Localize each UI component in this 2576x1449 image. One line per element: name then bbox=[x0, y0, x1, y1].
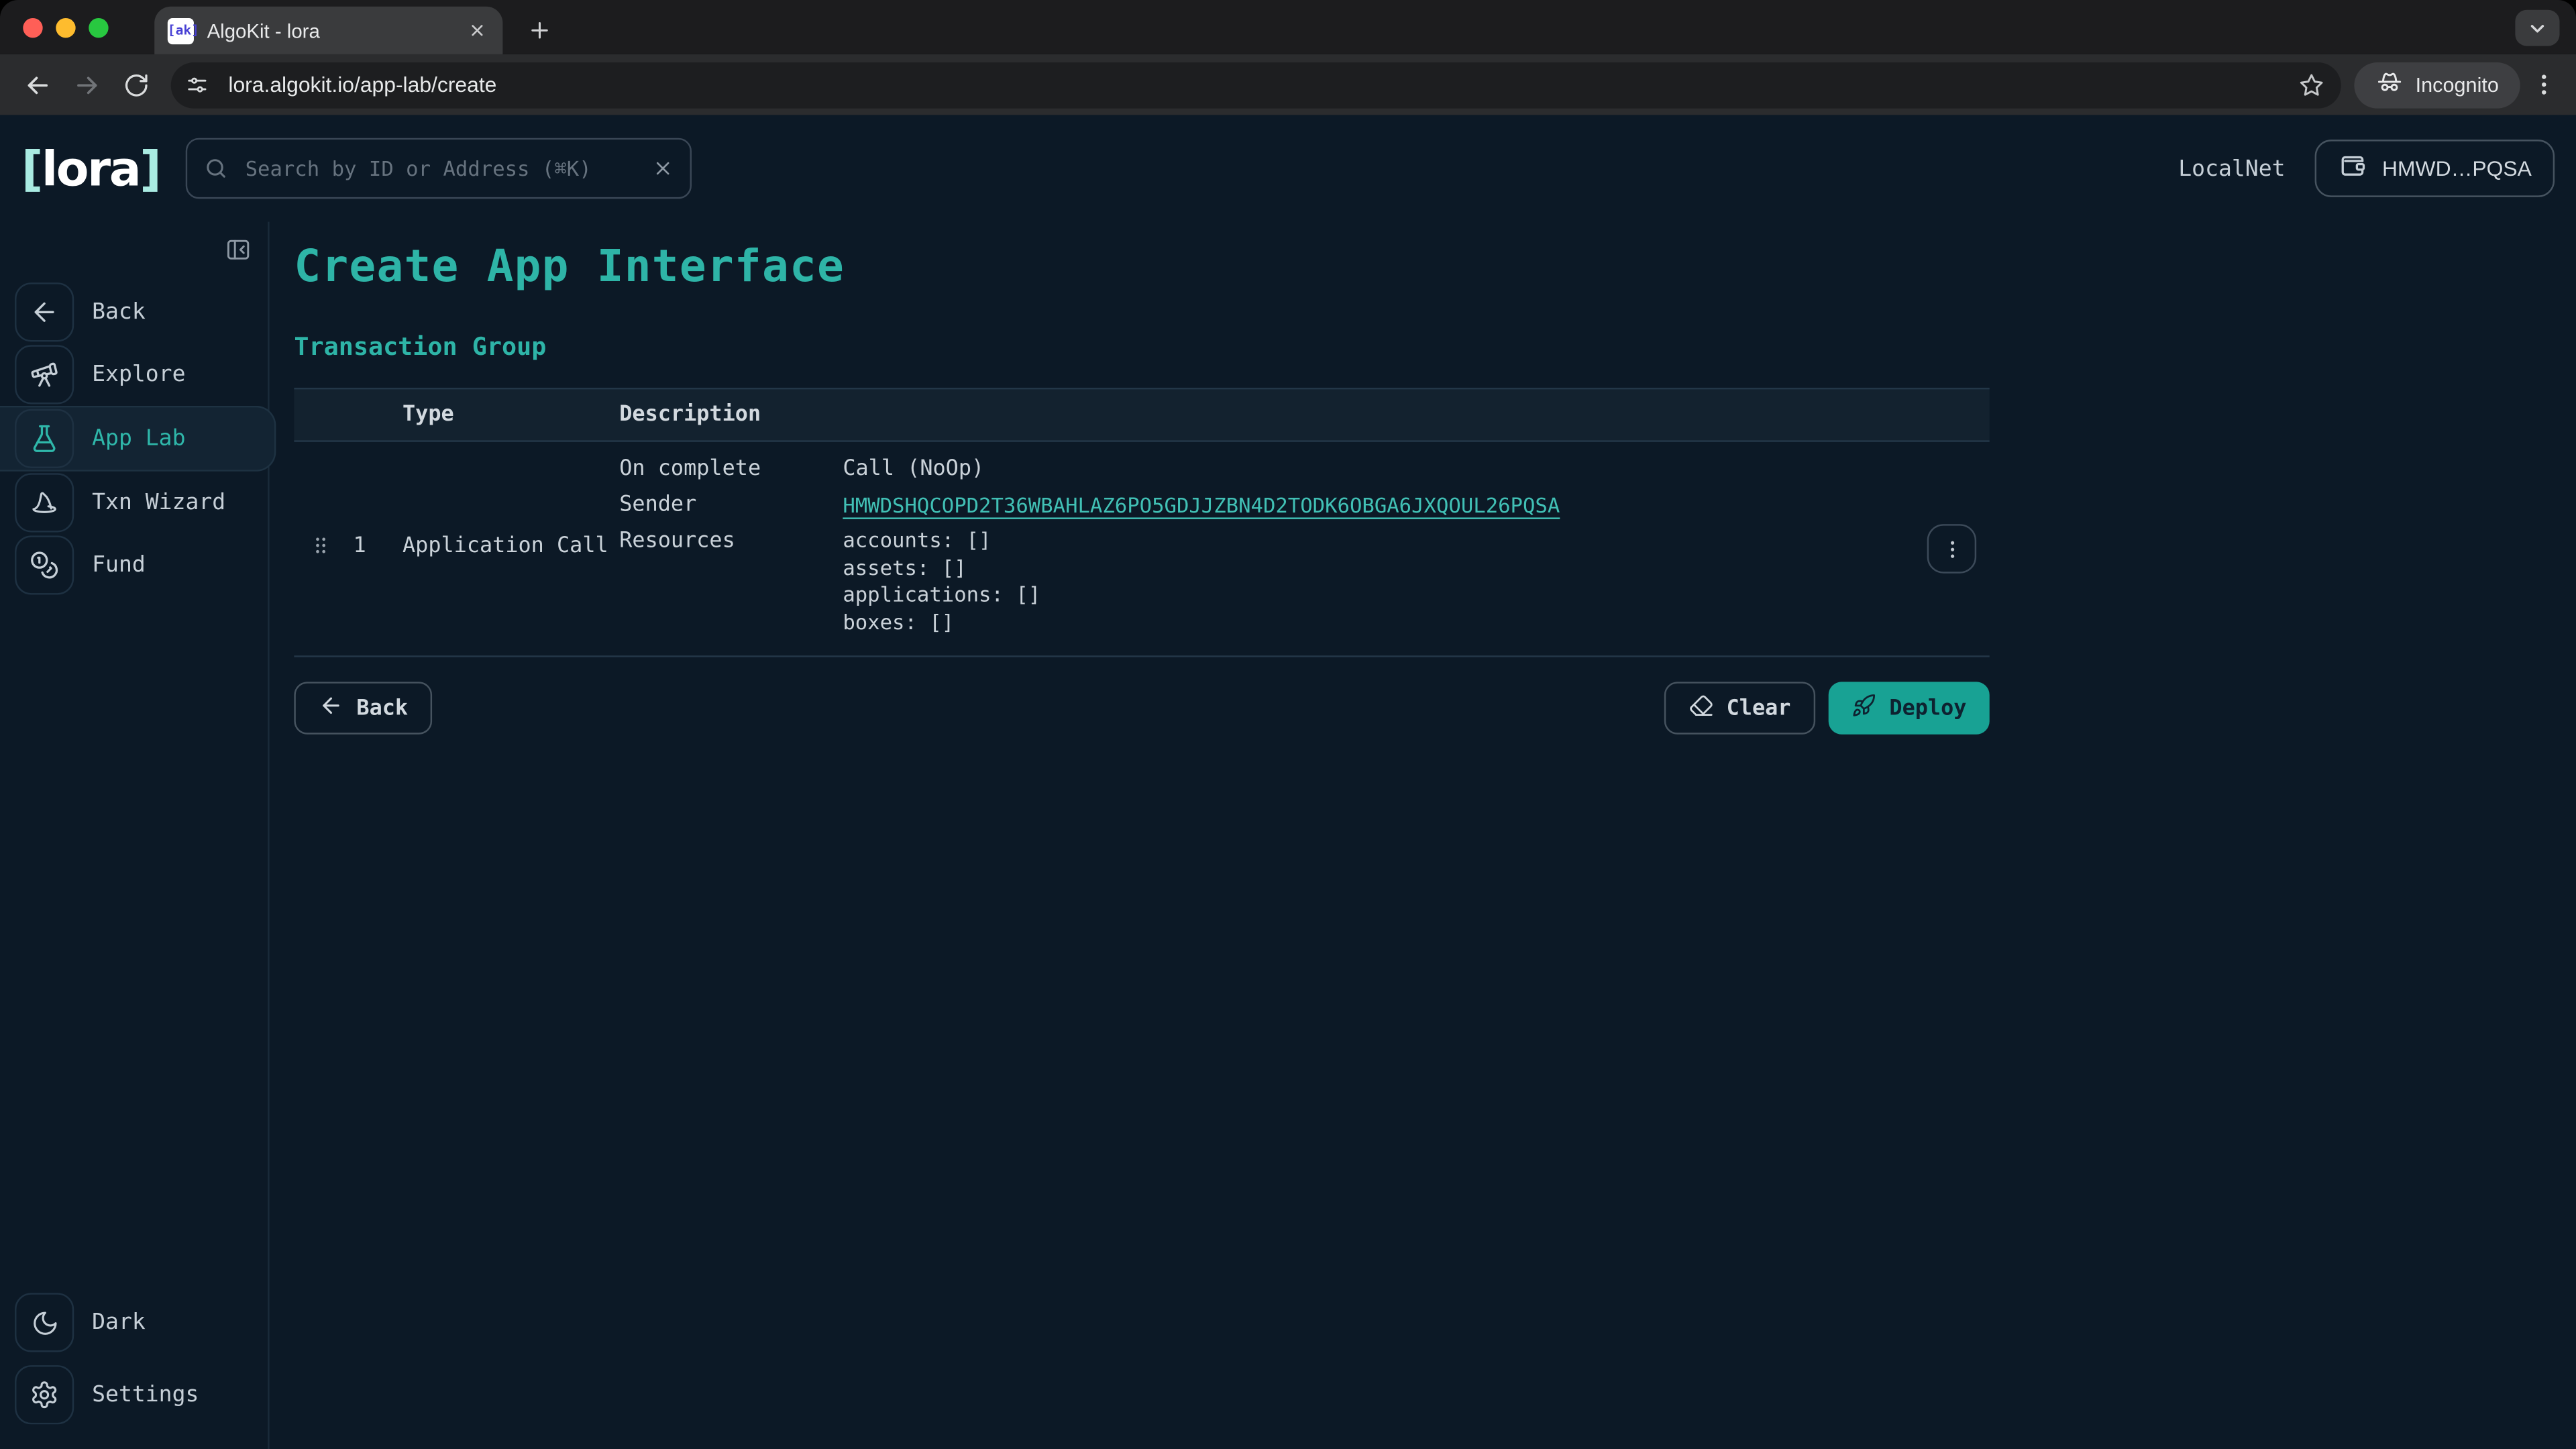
flask-icon bbox=[15, 409, 74, 468]
resources-assets: assets: [] bbox=[843, 555, 1989, 582]
clear-button[interactable]: Clear bbox=[1664, 682, 1816, 734]
app-header: [lora] LocalNet HMWD…PQSA bbox=[0, 115, 2576, 221]
forward-nav-icon[interactable] bbox=[66, 63, 109, 106]
sidebar-item-explore[interactable]: Explore bbox=[0, 343, 274, 406]
rocket-icon bbox=[1851, 692, 1876, 724]
browser-toolbar: lora.algokit.io/app-lab/create Incognito bbox=[0, 54, 2576, 115]
back-button-label: Back bbox=[356, 696, 408, 720]
transaction-group-table: Type Description 1 Application Call bbox=[294, 388, 1989, 657]
sidebar-item-fund[interactable]: Fund bbox=[0, 534, 274, 596]
logo-bracket-left: [ bbox=[21, 140, 42, 196]
wallet-button[interactable]: HMWD…PQSA bbox=[2315, 140, 2555, 197]
back-button[interactable]: Back bbox=[294, 682, 432, 734]
zoom-window-button[interactable] bbox=[89, 17, 108, 37]
resources-label: Resources bbox=[619, 527, 843, 636]
resources-accounts: accounts: [] bbox=[843, 527, 1989, 554]
address-bar[interactable]: lora.algokit.io/app-lab/create bbox=[171, 62, 2342, 108]
sidebar-item-label: Explore bbox=[92, 362, 185, 388]
gear-icon bbox=[15, 1365, 74, 1424]
table-row: 1 Application Call On complete Call (NoO… bbox=[294, 442, 1989, 657]
window-controls bbox=[0, 0, 131, 54]
telescope-icon bbox=[15, 345, 74, 404]
url-text: lora.algokit.io/app-lab/create bbox=[228, 72, 2286, 97]
sidebar-item-label: Dark bbox=[92, 1309, 146, 1336]
tab-title: AlgoKit - lora bbox=[207, 19, 450, 42]
arrow-left-icon bbox=[319, 692, 343, 724]
resources-applications: applications: [] bbox=[843, 582, 1989, 608]
row-index: 1 bbox=[354, 533, 366, 558]
moon-icon bbox=[15, 1293, 74, 1352]
resources-boxes: boxes: [] bbox=[843, 608, 1989, 635]
eraser-icon bbox=[1688, 692, 1713, 724]
deploy-button-label: Deploy bbox=[1889, 696, 1966, 720]
on-complete-label: On complete bbox=[619, 455, 843, 484]
arrow-left-icon bbox=[15, 282, 74, 341]
sidebar-item-theme-dark[interactable]: Dark bbox=[0, 1291, 274, 1354]
browser-window: [ak] AlgoKit - lora lora.algokit.io/a bbox=[0, 0, 2576, 1449]
deploy-button[interactable]: Deploy bbox=[1829, 682, 1990, 734]
logo-word: lora bbox=[42, 140, 140, 196]
browser-menu-icon[interactable] bbox=[2527, 63, 2560, 106]
tab-close-icon[interactable] bbox=[464, 17, 490, 44]
logo-bracket-right: ] bbox=[140, 140, 160, 196]
section-title: Transaction Group bbox=[294, 332, 2576, 362]
sidebar-item-txn-wizard[interactable]: Txn Wizard bbox=[0, 472, 274, 534]
sidebar-item-settings[interactable]: Settings bbox=[0, 1364, 274, 1426]
search-box[interactable] bbox=[186, 138, 692, 199]
lora-logo[interactable]: [lora] bbox=[21, 140, 160, 196]
tab-favicon: [ak] bbox=[168, 17, 194, 44]
wallet-icon bbox=[2338, 151, 2367, 185]
column-header-type: Type bbox=[402, 402, 619, 427]
incognito-icon bbox=[2376, 68, 2404, 101]
sender-label: Sender bbox=[619, 491, 843, 521]
browser-tab[interactable]: [ak] AlgoKit - lora bbox=[154, 7, 502, 54]
back-nav-icon[interactable] bbox=[16, 63, 59, 106]
sidebar-item-label: App Lab bbox=[92, 425, 185, 451]
site-settings-icon[interactable] bbox=[179, 66, 215, 103]
sidebar-collapse-icon[interactable] bbox=[223, 235, 253, 264]
new-tab-button[interactable] bbox=[519, 10, 559, 50]
page-title: Create App Interface bbox=[294, 241, 2576, 292]
tab-strip: [ak] AlgoKit - lora bbox=[0, 0, 2576, 54]
form-actions: Back Clear Deploy bbox=[294, 682, 1989, 734]
sidebar-item-label: Back bbox=[92, 299, 146, 325]
coins-icon bbox=[15, 535, 74, 594]
sidebar: Back Explore App Lab bbox=[0, 222, 270, 1449]
on-complete-value: Call (NoOp) bbox=[843, 455, 1989, 484]
lora-app: [lora] LocalNet HMWD…PQSA bbox=[0, 115, 2576, 1449]
tab-search-chevron-button[interactable] bbox=[2515, 10, 2559, 46]
search-icon bbox=[204, 156, 229, 181]
search-input[interactable] bbox=[242, 154, 640, 182]
table-header-row: Type Description bbox=[294, 388, 1989, 442]
desktop: [ak] AlgoKit - lora lora.algokit.io/a bbox=[0, 0, 2576, 1449]
sidebar-item-label: Settings bbox=[92, 1382, 199, 1408]
row-menu-button[interactable] bbox=[1927, 524, 1976, 573]
minimize-window-button[interactable] bbox=[56, 17, 75, 37]
search-clear-icon[interactable] bbox=[653, 158, 674, 179]
incognito-badge: Incognito bbox=[2355, 62, 2520, 108]
sidebar-item-label: Fund bbox=[92, 552, 146, 578]
drag-handle-icon[interactable] bbox=[312, 534, 328, 557]
column-header-description: Description bbox=[619, 402, 1989, 427]
reload-icon[interactable] bbox=[115, 63, 158, 106]
incognito-label: Incognito bbox=[2416, 73, 2499, 96]
sidebar-item-back[interactable]: Back bbox=[0, 281, 274, 343]
wallet-address: HMWD…PQSA bbox=[2382, 156, 2532, 181]
sidebar-item-label: Txn Wizard bbox=[92, 490, 225, 516]
transaction-type: Application Call bbox=[402, 533, 619, 558]
network-label[interactable]: LocalNet bbox=[2178, 155, 2285, 181]
main-content: Create App Interface Transaction Group T… bbox=[270, 222, 2576, 1449]
wizard-hat-icon bbox=[15, 473, 74, 532]
sidebar-item-app-lab[interactable]: App Lab bbox=[0, 406, 276, 472]
bookmark-star-icon[interactable] bbox=[2299, 72, 2325, 98]
close-window-button[interactable] bbox=[23, 17, 42, 37]
sender-address-link[interactable]: HMWDSHQCOPD2T36WBAHLAZ6PO5GDJJZBN4D2TODK… bbox=[843, 491, 1989, 521]
clear-button-label: Clear bbox=[1727, 696, 1791, 720]
